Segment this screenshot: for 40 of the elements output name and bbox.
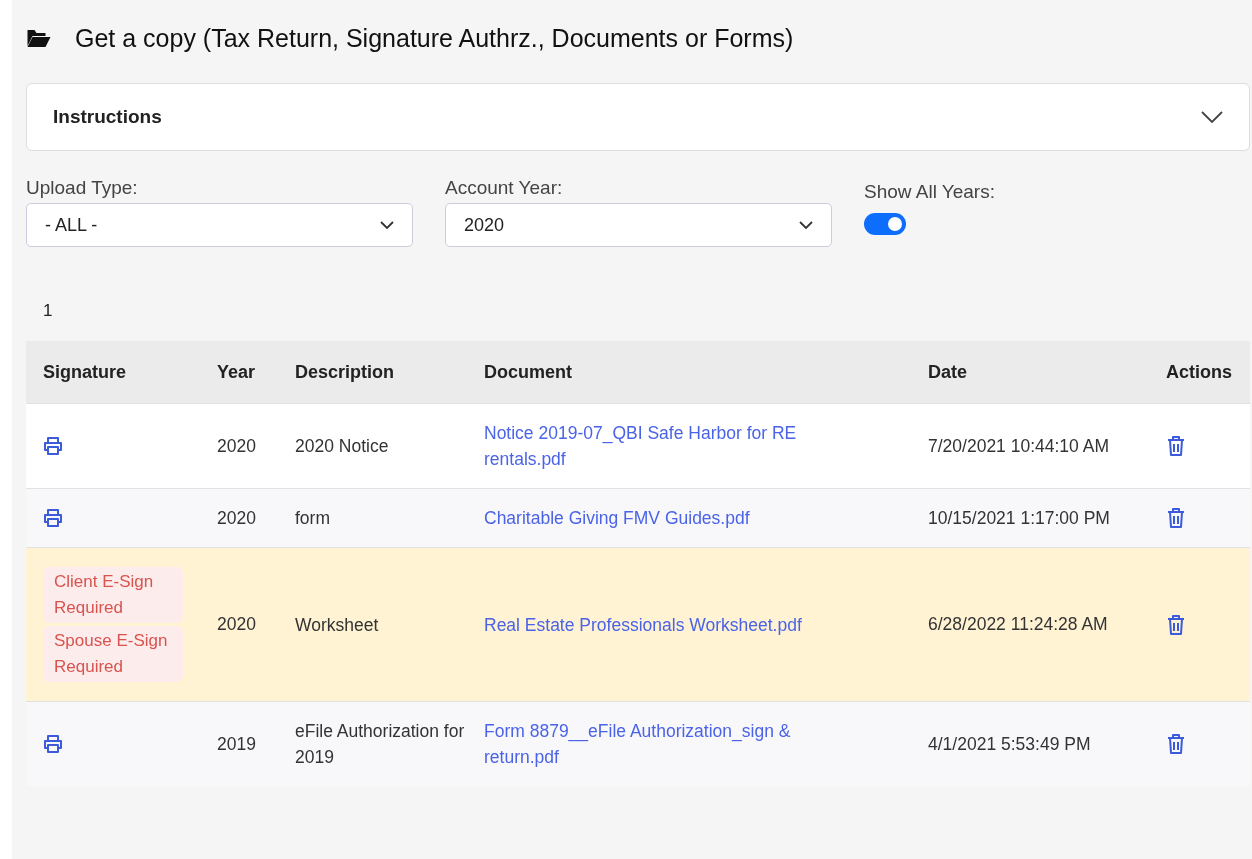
column-header: Date xyxy=(920,341,1158,404)
column-header: Signature xyxy=(26,341,209,404)
printer-icon[interactable] xyxy=(43,508,63,528)
page-number[interactable]: 1 xyxy=(43,301,53,321)
table-cell: form xyxy=(287,488,476,548)
field-label: Account Year: xyxy=(445,177,564,199)
column-header: Document xyxy=(476,341,920,404)
field-label: Upload Type: xyxy=(26,177,139,199)
folder-icon xyxy=(26,28,51,48)
account-year-select[interactable]: 2020 xyxy=(445,203,832,247)
table-cell: 2020 xyxy=(209,547,287,702)
table-cell: 2019 xyxy=(209,701,287,786)
instructions-panel[interactable]: Instructions xyxy=(26,83,1250,151)
table-cell: 2020 xyxy=(209,488,287,548)
column-header: Description xyxy=(287,341,476,404)
table-cell: Worksheet xyxy=(287,547,476,702)
field-label: Show All Years: xyxy=(864,181,995,203)
trash-icon[interactable] xyxy=(1166,436,1186,456)
upload-type-select[interactable]: - ALL - xyxy=(26,203,413,247)
toggle-switch[interactable] xyxy=(864,213,906,235)
document-link[interactable]: Notice 2019-07_QBI Safe Harbor for RE rentals.pdf xyxy=(484,420,829,472)
column-header: Year xyxy=(209,341,287,404)
status-badge: Spouse E-Sign Required xyxy=(43,626,183,682)
trash-icon[interactable] xyxy=(1166,734,1186,754)
chevron-icon xyxy=(799,221,813,229)
column-header: Actions xyxy=(1158,341,1250,404)
printer-icon[interactable] xyxy=(43,734,63,754)
table-cell: 6/28/2022 11:24:28 AM xyxy=(920,547,1158,702)
printer-icon[interactable] xyxy=(43,436,63,456)
chevron-icon xyxy=(380,221,394,229)
chevron-icon xyxy=(1201,111,1223,123)
table-cell: 10/15/2021 1:17:00 PM xyxy=(920,488,1158,548)
panel-title: Instructions xyxy=(53,106,162,128)
status-badge: Client E-Sign Required xyxy=(43,567,183,623)
page-title: Get a copy (Tax Return, Signature Authrz., Documents or Forms) xyxy=(75,23,794,53)
trash-icon[interactable] xyxy=(1166,614,1186,635)
document-link[interactable]: Real Estate Professionals Worksheet.pdf xyxy=(484,611,802,638)
table-cell: 4/1/2021 5:53:49 PM xyxy=(920,701,1158,786)
table-cell: eFile Authorization for 2019 xyxy=(287,701,476,786)
trash-icon[interactable] xyxy=(1166,508,1186,528)
